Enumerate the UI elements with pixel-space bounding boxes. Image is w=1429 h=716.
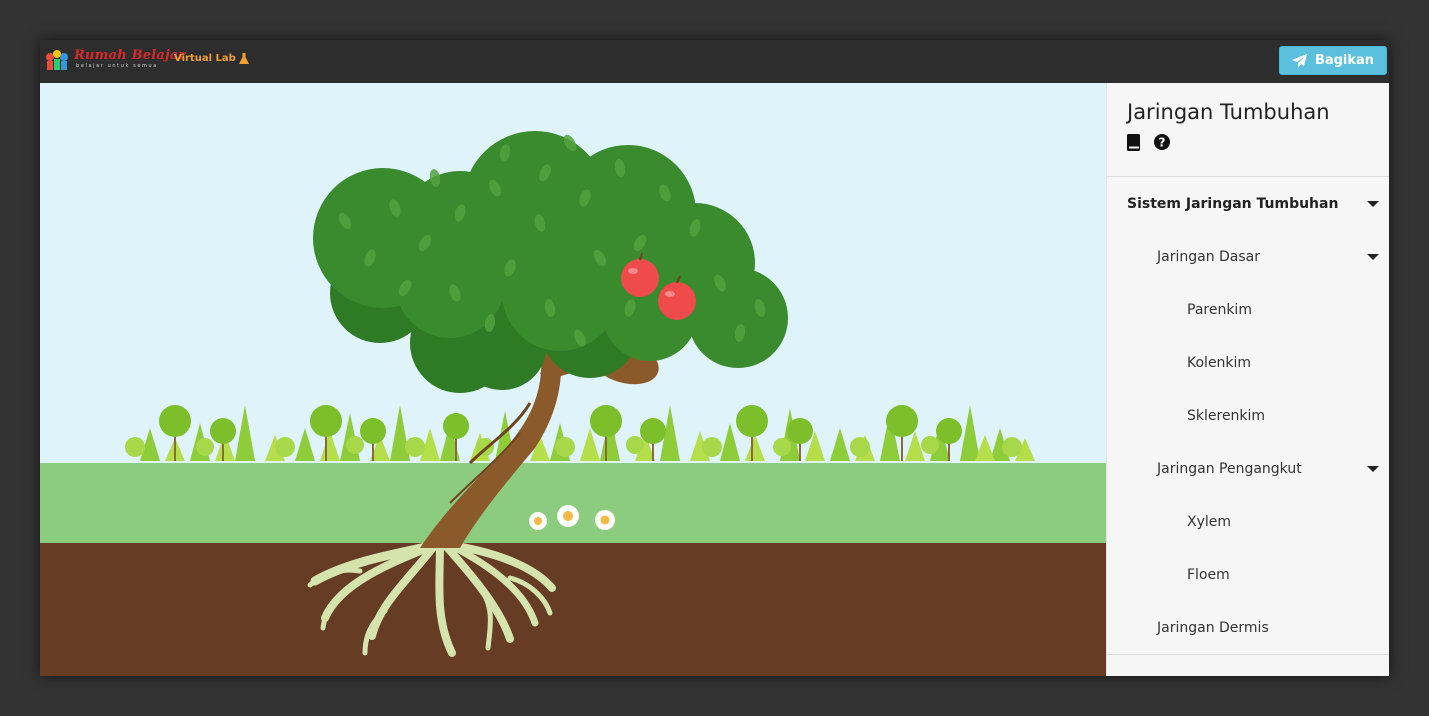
paper-plane-icon: [1291, 53, 1307, 68]
menu-parenkim[interactable]: Parenkim: [1187, 302, 1252, 318]
share-button[interactable]: Bagikan: [1279, 46, 1387, 75]
panel-divider-top: [1107, 176, 1389, 177]
book-icon[interactable]: [1127, 134, 1141, 151]
soil-layer: [40, 543, 1106, 676]
app-window: Rumah Belajar belajar untuk semua Virtua…: [40, 40, 1389, 676]
rumah-belajar-logo[interactable]: Rumah Belajar belajar untuk semua: [44, 49, 186, 73]
menu-xylem[interactable]: Xylem: [1187, 514, 1231, 530]
logo-mark-icon: [46, 50, 68, 70]
menu-jaringan-pengangkut[interactable]: Jaringan Pengangkut: [1157, 461, 1302, 477]
logo-title: Rumah Belajar: [74, 48, 186, 63]
virtual-lab-label: Virtual Lab: [174, 53, 249, 64]
panel-icons: ?: [1127, 134, 1170, 151]
question-circle-icon[interactable]: ?: [1154, 134, 1170, 150]
logo-tagline: belajar untuk semua: [76, 63, 158, 69]
menu-kolenkim[interactable]: Kolenkim: [1187, 355, 1251, 371]
share-button-label: Bagikan: [1314, 53, 1375, 68]
svg-text:?: ?: [1159, 136, 1166, 150]
side-panel: Jaringan Tumbuhan ? Sistem Jaringan Tumb…: [1106, 83, 1389, 676]
virtual-lab-text: Virtual Lab: [174, 53, 236, 64]
menu-sklerenkim[interactable]: Sklerenkim: [1187, 408, 1265, 424]
flask-icon: [238, 53, 249, 64]
logo-text: Rumah Belajar belajar untuk semua: [74, 48, 186, 70]
menu-sistem-jaringan-tumbuhan[interactable]: Sistem Jaringan Tumbuhan: [1127, 196, 1338, 212]
panel-title: Jaringan Tumbuhan: [1127, 100, 1330, 124]
chevron-down-icon[interactable]: [1367, 254, 1379, 260]
plant-scene: [40, 83, 1106, 676]
panel-divider-bottom: [1107, 654, 1389, 655]
chevron-down-icon[interactable]: [1367, 466, 1379, 472]
menu-jaringan-dermis[interactable]: Jaringan Dermis: [1157, 620, 1269, 636]
menu-floem[interactable]: Floem: [1187, 567, 1230, 583]
grass-layer: [40, 463, 1106, 543]
chevron-down-icon[interactable]: [1367, 201, 1379, 207]
menu-jaringan-dasar[interactable]: Jaringan Dasar: [1157, 249, 1260, 265]
top-bar: Rumah Belajar belajar untuk semua Virtua…: [40, 40, 1389, 83]
